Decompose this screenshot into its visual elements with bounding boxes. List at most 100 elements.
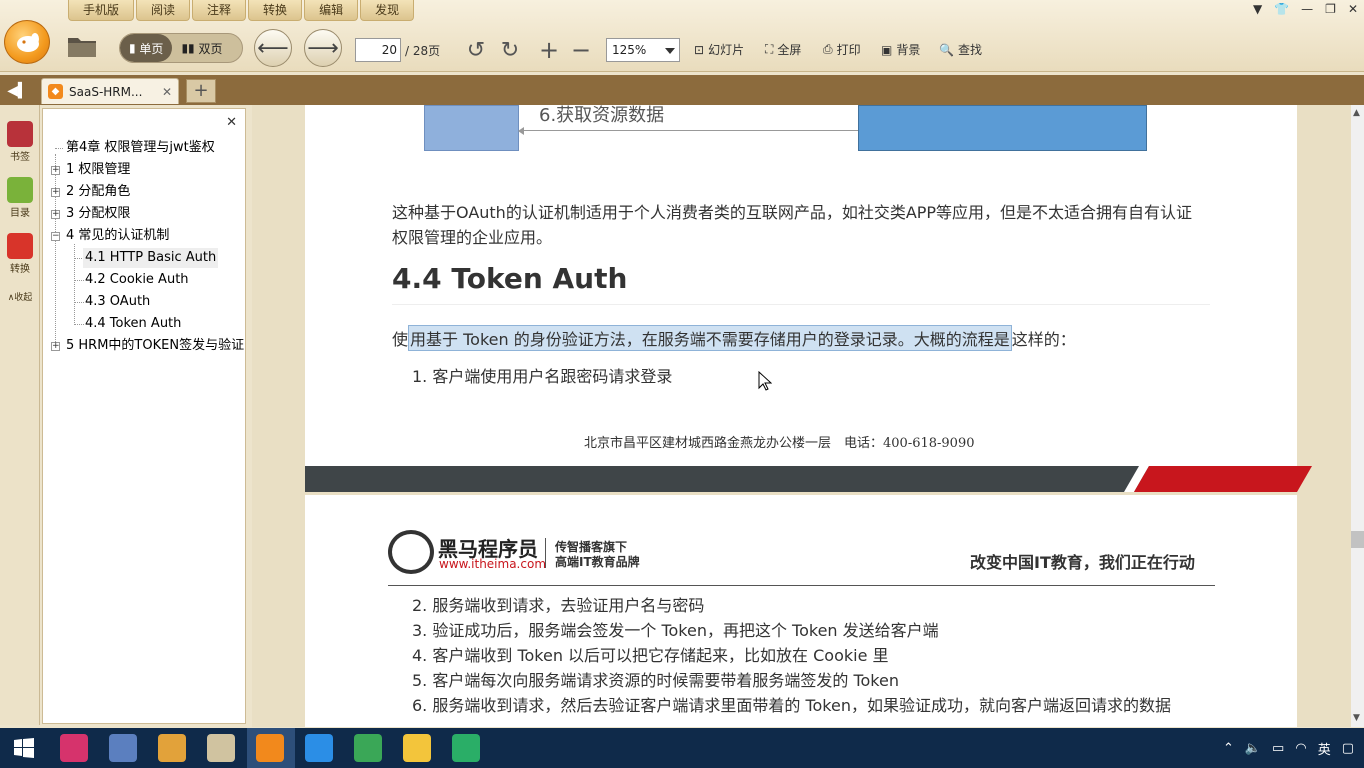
fullscreen-icon: ⛶ [765, 42, 774, 56]
menu-convert[interactable]: 转换 [248, 0, 303, 21]
paragraph[interactable]: 使用基于 Token 的身份验证方法，在服务端不需要存储用户的登录记录。大概的流… [392, 325, 1076, 351]
open-folder-icon[interactable] [64, 32, 100, 60]
notification-icon[interactable]: ▢ [1342, 741, 1354, 756]
arrow-head-icon [518, 127, 524, 135]
menu-mobile[interactable]: 手机版 [68, 0, 135, 21]
scroll-up-icon[interactable]: ▲ [1353, 108, 1360, 118]
expand-icon[interactable]: + [51, 188, 60, 197]
dolphin-icon[interactable] [109, 734, 137, 762]
section-heading: 4.4 Token Auth [392, 262, 628, 295]
page-number-input[interactable]: 20 [355, 38, 401, 62]
toc-item[interactable]: 第4章 权限管理与jwt鉴权 [66, 138, 215, 158]
zoom-select[interactable]: 125% [606, 38, 680, 62]
bookmark-icon [7, 121, 33, 147]
minimize-icon[interactable]: — [1301, 2, 1313, 16]
diagram-arrow [522, 130, 858, 131]
print-button[interactable]: ⎙ 打印 [823, 41, 861, 58]
rail-collapse[interactable]: ∧收起 [4, 290, 36, 303]
dropdown-icon[interactable]: ▼ [1253, 2, 1262, 16]
prev-page-button[interactable]: ⟵ [254, 29, 292, 67]
brand-subtitle: 高端IT教育品牌 [555, 555, 640, 569]
app-logo-icon[interactable] [4, 20, 50, 64]
taskbar [0, 728, 1364, 768]
expand-icon[interactable]: + [51, 166, 60, 175]
new-tab-button[interactable]: + [186, 79, 216, 103]
explorer-icon[interactable] [403, 734, 431, 762]
list-item: 4. 客户端收到 Token 以后可以把它存储起来，比如放在 Cookie 里 [412, 646, 889, 665]
zoom-out-icon[interactable]: − [568, 36, 594, 64]
menu-bar: 手机版 阅读 注释 转换 编辑 发现 [68, 0, 416, 22]
rail-convert[interactable]: 转换 [4, 233, 36, 275]
close-icon[interactable]: ✕ [1348, 2, 1358, 16]
wechat-icon[interactable] [452, 734, 480, 762]
chrome-icon[interactable] [354, 734, 382, 762]
brand-slogan: 改变中国IT教育，我们正在行动 [970, 553, 1195, 572]
tab-close-icon[interactable]: ✕ [162, 85, 172, 99]
paint-icon[interactable] [207, 734, 235, 762]
toc-item[interactable]: 3 分配权限 [66, 204, 130, 224]
next-page-button[interactable]: ⟶ [304, 29, 342, 67]
books-icon[interactable] [158, 734, 186, 762]
vertical-scrollbar[interactable] [1351, 105, 1364, 727]
menu-read[interactable]: 阅读 [136, 0, 191, 21]
toc-item[interactable]: 5 HRM中的TOKEN签发与验证 [66, 336, 244, 356]
chevron-up-icon[interactable]: ⌃ [1223, 741, 1234, 756]
rail-toc[interactable]: 目录 [4, 177, 36, 219]
vscode-icon[interactable] [305, 734, 333, 762]
brand-divider [545, 538, 546, 568]
toc-item[interactable]: 4.3 OAuth [85, 292, 150, 312]
collapse-icon[interactable]: − [51, 232, 60, 241]
background-icon: ▣ [881, 42, 893, 57]
expand-icon[interactable]: + [51, 342, 60, 351]
rail-bookmarks[interactable]: 书签 [4, 121, 36, 163]
fullscreen-button[interactable]: ⛶ 全屏 [765, 41, 801, 58]
page-footer-address: 北京市昌平区建材城西路金燕龙办公楼一层 电话：400-618-9090 [584, 436, 975, 451]
menu-annotate[interactable]: 注释 [192, 0, 247, 21]
rotate-right-icon[interactable]: ↻ [496, 36, 524, 64]
intellij-icon[interactable] [60, 734, 88, 762]
expand-icon[interactable]: + [51, 210, 60, 219]
toc-item[interactable]: 1 权限管理 [66, 160, 130, 180]
footer-band-accent [1134, 466, 1313, 492]
start-windows-icon[interactable] [14, 738, 34, 762]
foxit-icon[interactable] [256, 734, 284, 762]
brand-logo-inner [392, 534, 430, 570]
restore-icon[interactable]: ❐ [1325, 2, 1336, 16]
ime-indicator[interactable]: 英 [1318, 739, 1331, 758]
word-convert-icon [7, 233, 33, 259]
wifi-icon[interactable]: ◠ [1295, 741, 1306, 756]
toc-item[interactable]: 4.2 Cookie Auth [85, 270, 189, 290]
tab-document[interactable]: ◆ SaaS-HRM... ✕ [41, 78, 179, 104]
background-button[interactable]: ▣ 背景 [881, 41, 920, 58]
page-total: / 28页 [405, 44, 441, 58]
scrollbar-thumb[interactable] [1351, 531, 1364, 548]
menu-edit[interactable]: 编辑 [304, 0, 359, 21]
battery-icon[interactable]: ▭ [1272, 741, 1284, 756]
close-icon[interactable]: ✕ [226, 115, 237, 130]
list-item: 2. 服务端收到请求，去验证用户名与密码 [412, 596, 705, 615]
header-divider [388, 585, 1215, 586]
search-icon: 🔍 [939, 42, 954, 57]
double-page-button[interactable]: ▮▮ 双页 [172, 34, 231, 62]
rotate-left-icon[interactable]: ↺ [462, 36, 490, 64]
slideshow-button[interactable]: ⊡ 幻灯片 [694, 41, 744, 58]
zoom-in-icon[interactable]: + [536, 36, 562, 64]
scroll-down-icon[interactable]: ▼ [1353, 713, 1360, 723]
arrow-right-icon: ⟶ [307, 35, 339, 61]
diagram-label: 6.获取资源数据 [539, 105, 665, 126]
find-button[interactable]: 🔍 查找 [939, 41, 982, 58]
list-item: 1. 客户端使用用户名跟密码请求登录 [412, 367, 673, 386]
pdf-file-icon: ◆ [48, 84, 63, 99]
single-page-button[interactable]: ▮ 单页 [120, 34, 173, 62]
toc-item[interactable]: 4.4 Token Auth [85, 314, 181, 334]
text-selection[interactable]: 用基于 Token 的身份验证方法，在服务端不需要存储用户的登录记录。大概的流程… [408, 325, 1012, 351]
toc-item-selected[interactable]: 4.1 HTTP Basic Auth [83, 248, 219, 268]
skin-icon[interactable]: 👕 [1274, 2, 1289, 16]
toc-item[interactable]: 4 常见的认证机制 [66, 226, 169, 246]
diagram-box-server [858, 105, 1147, 151]
volume-icon[interactable]: 🔈 [1245, 741, 1261, 756]
menu-discover[interactable]: 发现 [360, 0, 415, 21]
toc-item[interactable]: 2 分配角色 [66, 182, 130, 202]
page-icon: ▮ [129, 41, 140, 55]
collapse-sidebar-icon[interactable]: ◀▍ [4, 80, 32, 102]
